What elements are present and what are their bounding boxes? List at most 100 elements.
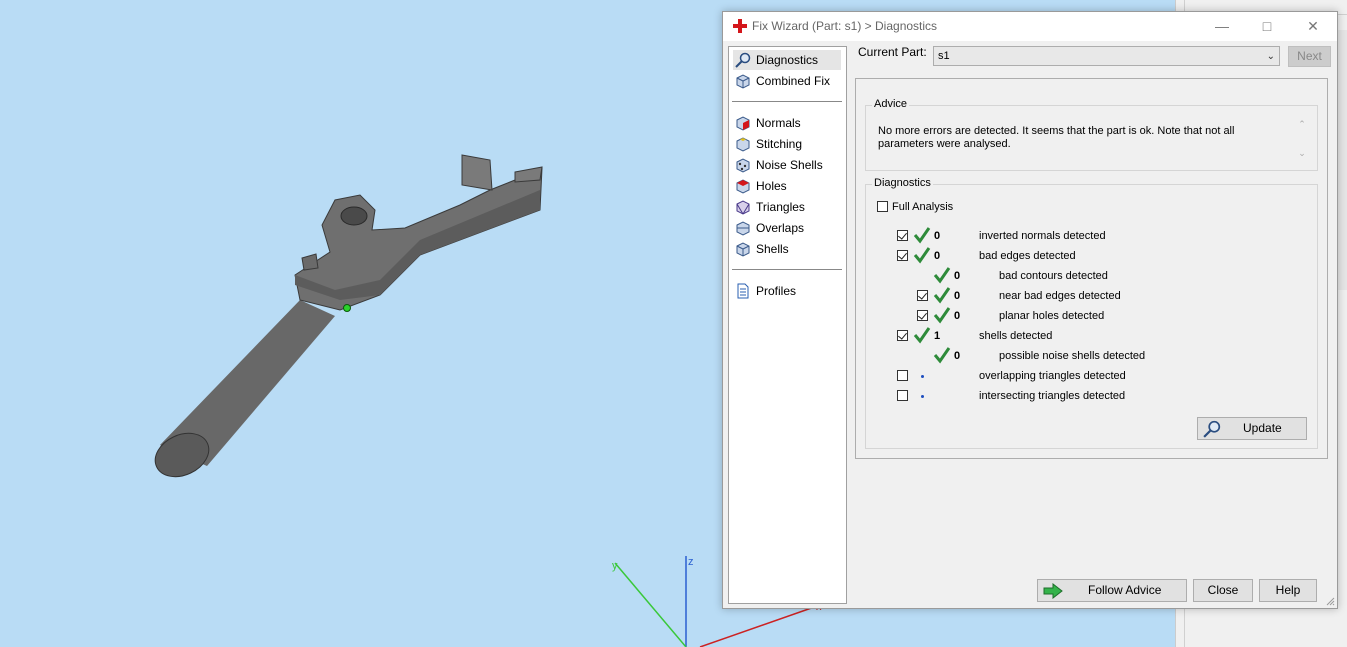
nav-item-holes[interactable]: Holes: [733, 176, 841, 196]
current-part-label: Current Part:: [858, 45, 927, 59]
nav-item-profiles[interactable]: Profiles: [733, 281, 841, 301]
right-arrow-icon: [1043, 583, 1063, 599]
part-hole: [340, 206, 368, 226]
dialog-title: Fix Wizard (Part: s1) > Diagnostics: [752, 19, 938, 33]
intersecting-triangles-checkbox[interactable]: [897, 390, 908, 401]
nav-label: Combined Fix: [756, 74, 831, 88]
nav-item-normals[interactable]: Normals: [733, 113, 841, 133]
nav-label: Normals: [756, 116, 801, 130]
check-icon: [913, 247, 931, 264]
inverted-normals-label: inverted normals detected: [979, 230, 1106, 242]
nav-label: Stitching: [756, 137, 803, 151]
holes-cube-icon: [736, 179, 750, 194]
near-bad-edges-checkbox[interactable]: [917, 290, 928, 301]
update-button[interactable]: Update: [1197, 417, 1307, 440]
update-label: Update: [1243, 421, 1282, 435]
minimize-button[interactable]: —: [1207, 16, 1237, 36]
current-part-select[interactable]: s1 ⌄: [933, 46, 1280, 66]
nav-label: Noise Shells: [756, 158, 823, 172]
advice-title: Advice: [872, 98, 910, 110]
bad-contours-count: 0: [954, 270, 961, 282]
shells-checkbox[interactable]: [897, 330, 908, 341]
nav-item-stitching[interactable]: Stitching: [733, 134, 841, 154]
scroll-up-icon[interactable]: ⌃: [1294, 119, 1310, 133]
help-button[interactable]: Help: [1259, 579, 1317, 602]
advice-group: Advice No more errors are detected. It s…: [865, 98, 1318, 171]
near-bad-edges-count: 0: [954, 290, 961, 302]
shells-label: shells detected: [979, 330, 1053, 342]
part-pin: [301, 253, 319, 271]
nav-label: Triangles: [756, 200, 805, 214]
nav-item-combined-fix[interactable]: Combined Fix: [733, 71, 841, 91]
diagnostics-group: Diagnostics Full Analysis 0 inverted nor…: [865, 177, 1318, 449]
nav-item-triangles[interactable]: Triangles: [733, 197, 841, 217]
x-axis: [699, 604, 821, 647]
bad-contours-label: bad contours detected: [999, 270, 1108, 282]
check-icon: [913, 227, 931, 244]
chevron-down-icon: ⌄: [1266, 51, 1275, 62]
inverted-normals-count: 0: [934, 230, 941, 242]
overlaps-cube-icon: [736, 221, 750, 236]
check-icon: [933, 307, 951, 324]
red-cross-icon: [733, 19, 747, 33]
nav-item-shells[interactable]: Shells: [733, 239, 841, 259]
check-icon: [933, 287, 951, 304]
cube-icon: [736, 74, 750, 89]
y-axis-label: y: [612, 560, 618, 572]
nav-item-diagnostics[interactable]: Diagnostics: [733, 50, 841, 70]
nav-label: Holes: [756, 179, 787, 193]
shells-count: 1: [934, 330, 941, 342]
magnifier-icon: [735, 52, 751, 68]
nav-item-noise-shells[interactable]: Noise Shells: [733, 155, 841, 175]
fix-wizard-dialog: Fix Wizard (Part: s1) > Diagnostics — □ …: [722, 11, 1338, 609]
shells-cube-icon: [736, 242, 750, 257]
overlapping-triangles-checkbox[interactable]: [897, 370, 908, 381]
nav-label: Diagnostics: [756, 53, 819, 67]
resize-grip-icon[interactable]: [1325, 596, 1335, 606]
document-icon: [737, 283, 749, 299]
nav-label: Shells: [756, 242, 789, 256]
maximize-button[interactable]: □: [1252, 16, 1282, 36]
selection-marker[interactable]: [343, 304, 351, 312]
close-button[interactable]: Close: [1193, 579, 1253, 602]
nav-label: Overlaps: [756, 221, 805, 235]
check-icon: [933, 267, 951, 284]
noise-shells-icon: [736, 158, 750, 173]
noise-shells-count: 0: [954, 350, 961, 362]
magnifier-icon: [1203, 420, 1221, 438]
normals-cube-icon: [736, 116, 750, 131]
nav-separator: [732, 269, 842, 270]
check-icon: [933, 347, 951, 364]
advice-text: No more errors are detected. It seems th…: [878, 125, 1235, 150]
intersecting-triangles-label: intersecting triangles detected: [979, 390, 1126, 402]
inverted-normals-checkbox[interactable]: [897, 230, 908, 241]
z-axis-label: z: [688, 556, 694, 568]
bad-edges-count: 0: [934, 250, 941, 262]
y-axis: [614, 562, 687, 647]
pending-dot-icon: [921, 395, 924, 398]
planar-holes-label: planar holes detected: [999, 310, 1105, 322]
follow-advice-button[interactable]: Follow Advice: [1037, 579, 1187, 602]
full-analysis-checkbox[interactable]: [877, 201, 888, 212]
next-button[interactable]: Next: [1288, 46, 1331, 67]
bad-edges-checkbox[interactable]: [897, 250, 908, 261]
title-bar[interactable]: Fix Wizard (Part: s1) > Diagnostics — □ …: [723, 12, 1337, 41]
part-fork: [461, 154, 493, 191]
diagnostics-title: Diagnostics: [872, 177, 933, 189]
bad-edges-label: bad edges detected: [979, 250, 1076, 262]
part-fork-tip: [514, 166, 543, 183]
stitching-cube-icon: [736, 137, 750, 152]
nav-item-overlaps[interactable]: Overlaps: [733, 218, 841, 238]
near-bad-edges-label: near bad edges detected: [999, 290, 1121, 302]
follow-advice-label: Follow Advice: [1088, 583, 1162, 597]
check-icon: [913, 327, 931, 344]
pending-dot-icon: [921, 375, 924, 378]
current-part-value: s1: [938, 50, 950, 62]
planar-holes-checkbox[interactable]: [917, 310, 928, 321]
nav-label: Profiles: [756, 284, 797, 298]
close-window-button[interactable]: ✕: [1298, 16, 1328, 36]
scroll-down-icon[interactable]: ⌄: [1294, 148, 1310, 162]
planar-holes-count: 0: [954, 310, 961, 322]
noise-shells-label: possible noise shells detected: [999, 350, 1146, 362]
overlapping-triangles-label: overlapping triangles detected: [979, 370, 1126, 382]
